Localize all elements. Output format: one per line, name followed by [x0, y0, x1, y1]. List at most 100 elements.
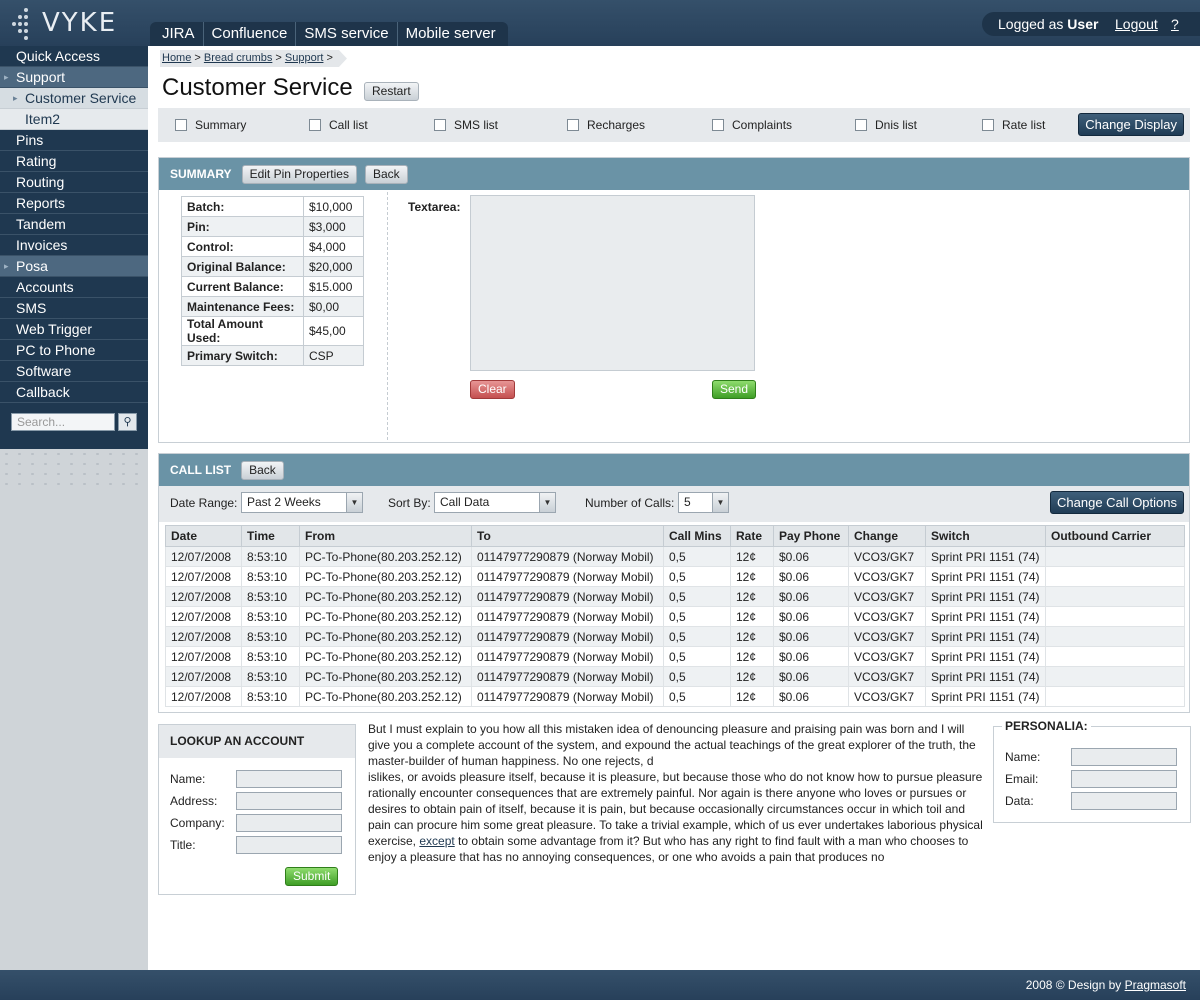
checkbox-box[interactable] — [567, 119, 579, 131]
checkbox-box[interactable] — [982, 119, 994, 131]
summary-back-button[interactable]: Back — [364, 165, 408, 184]
sort-by-select[interactable]: Call Data ▼ — [434, 492, 556, 513]
sidebar-item-routing[interactable]: Routing — [0, 172, 148, 193]
column-header[interactable]: To — [471, 525, 664, 547]
textarea-input[interactable] — [470, 195, 755, 371]
inline-link[interactable]: except — [419, 834, 454, 848]
sort-by-label: Sort By: — [388, 496, 431, 510]
checkbox-box[interactable] — [855, 119, 867, 131]
checkbox-rate-list[interactable]: Rate list — [982, 118, 1045, 132]
restart-button[interactable]: Restart — [364, 82, 419, 101]
sidebar-item-label: Customer Service — [25, 90, 137, 106]
column-header[interactable]: Date — [165, 525, 242, 547]
table-row[interactable]: 12/07/2008 8:53:10 PC-To-Phone(80.203.252.… — [165, 546, 1185, 567]
checkbox-box[interactable] — [712, 119, 724, 131]
table-row[interactable]: 12/07/2008 8:53:10 PC-To-Phone(80.203.252.… — [165, 646, 1185, 667]
submit-button[interactable]: Submit — [285, 867, 339, 886]
table-row[interactable]: 12/07/2008 8:53:10 PC-To-Phone(80.203.252.… — [165, 606, 1185, 627]
checkbox-complaints[interactable]: Complaints — [712, 118, 792, 132]
summary-value: $15.000 — [303, 276, 364, 297]
summary-table: Batch: $10,000 Pin: $3,000 Control: $4,000 … — [181, 196, 364, 366]
sidebar-item-accounts[interactable]: Accounts — [0, 277, 148, 298]
table-row: Control: $4,000 — [181, 236, 364, 257]
chevron-down-icon[interactable]: ▼ — [346, 493, 362, 512]
change-call-options-button[interactable]: Change Call Options — [1050, 491, 1184, 514]
checkbox-box[interactable] — [309, 119, 321, 131]
checkbox-summary[interactable]: Summary — [175, 118, 246, 132]
column-header[interactable]: Call Mins — [663, 525, 731, 547]
sidebar-item-pins[interactable]: Pins — [0, 130, 148, 151]
table-row[interactable]: 12/07/2008 8:53:10 PC-To-Phone(80.203.252.… — [165, 626, 1185, 647]
breadcrumb-support[interactable]: Support — [285, 52, 324, 64]
edit-pin-properties-button[interactable]: Edit Pin Properties — [241, 165, 357, 184]
chevron-down-icon[interactable]: ▼ — [712, 493, 728, 512]
table-cell: VCO3/GK7 — [848, 626, 926, 647]
column-header[interactable]: Switch — [925, 525, 1046, 547]
lookup-name-input[interactable] — [236, 770, 342, 788]
column-header[interactable]: Rate — [730, 525, 774, 547]
column-header[interactable]: Time — [241, 525, 300, 547]
vyke-logo[interactable]: VYKE — [10, 6, 140, 40]
table-row[interactable]: 12/07/2008 8:53:10 PC-To-Phone(80.203.252.… — [165, 566, 1185, 587]
table-cell: 0,5 — [663, 546, 731, 567]
column-header[interactable]: From — [299, 525, 472, 547]
clear-button[interactable]: Clear — [470, 380, 515, 399]
sidebar-item-tandem[interactable]: Tandem — [0, 214, 148, 235]
topnav-mobile-server[interactable]: Mobile server — [398, 22, 504, 46]
topnav-sms-service[interactable]: SMS service — [296, 22, 398, 46]
checkbox-box[interactable] — [434, 119, 446, 131]
number-of-calls-select[interactable]: 5 ▼ — [678, 492, 729, 513]
table-row[interactable]: 12/07/2008 8:53:10 PC-To-Phone(80.203.252.… — [165, 586, 1185, 607]
breadcrumb-home[interactable]: Home — [162, 52, 191, 64]
search-input[interactable]: Search... — [11, 413, 115, 431]
table-cell: PC-To-Phone(80.203.252.12) — [299, 566, 472, 587]
date-range-select[interactable]: Past 2 Weeks ▼ — [241, 492, 363, 513]
summary-key: Primary Switch: — [181, 345, 304, 366]
sidebar-item-quick-access[interactable]: Quick Access — [0, 46, 148, 67]
personalia-email-input[interactable] — [1071, 770, 1177, 788]
table-cell: 12/07/2008 — [165, 666, 242, 687]
sidebar-item-customer-service[interactable]: ▸ Customer Service — [0, 88, 148, 109]
table-cell: 12¢ — [730, 646, 774, 667]
send-button[interactable]: Send — [712, 380, 757, 399]
column-header[interactable]: Outbound Carrier — [1045, 525, 1185, 547]
table-row: Total Amount Used: $45,00 — [181, 316, 364, 346]
personalia-data-label: Data: — [1005, 794, 1034, 808]
checkbox-box[interactable] — [175, 119, 187, 131]
sidebar-item-software[interactable]: Software — [0, 361, 148, 382]
sidebar-item-item2[interactable]: Item2 — [0, 109, 148, 130]
personalia-box: PERSONALIA: Name: Email: Data: — [993, 719, 1191, 823]
footer-link[interactable]: Pragmasoft — [1125, 978, 1186, 992]
sidebar-item-reports[interactable]: Reports — [0, 193, 148, 214]
sidebar-item-support[interactable]: ▸ Support — [0, 67, 148, 88]
table-row[interactable]: 12/07/2008 8:53:10 PC-To-Phone(80.203.252.… — [165, 686, 1185, 707]
checkbox-call-list[interactable]: Call list — [309, 118, 368, 132]
lookup-address-input[interactable] — [236, 792, 342, 810]
personalia-data-input[interactable] — [1071, 792, 1177, 810]
personalia-name-input[interactable] — [1071, 748, 1177, 766]
sidebar-item-rating[interactable]: Rating — [0, 151, 148, 172]
sidebar-item-posa[interactable]: ▸ Posa — [0, 256, 148, 277]
sidebar-item-callback[interactable]: Callback — [0, 382, 148, 403]
chevron-down-icon[interactable]: ▼ — [539, 493, 555, 512]
table-row[interactable]: 12/07/2008 8:53:10 PC-To-Phone(80.203.252.… — [165, 666, 1185, 687]
column-header[interactable]: Pay Phone — [773, 525, 849, 547]
help-link[interactable]: ? — [1171, 12, 1179, 36]
column-header[interactable]: Change — [848, 525, 926, 547]
sidebar-item-pc-to-phone[interactable]: PC to Phone — [0, 340, 148, 361]
lookup-title-input[interactable] — [236, 836, 342, 854]
sidebar-item-sms[interactable]: SMS — [0, 298, 148, 319]
change-display-button[interactable]: Change Display — [1078, 113, 1184, 136]
sidebar-item-web-trigger[interactable]: Web Trigger — [0, 319, 148, 340]
topnav-confluence[interactable]: Confluence — [204, 22, 297, 46]
topnav-jira[interactable]: JIRA — [154, 22, 204, 46]
sidebar-item-invoices[interactable]: Invoices — [0, 235, 148, 256]
call-list-back-button[interactable]: Back — [241, 461, 284, 480]
lookup-company-input[interactable] — [236, 814, 342, 832]
checkbox-sms-list[interactable]: SMS list — [434, 118, 498, 132]
checkbox-dnis-list[interactable]: Dnis list — [855, 118, 917, 132]
search-button[interactable]: ⚲ — [118, 413, 137, 431]
breadcrumb-bread-crumbs[interactable]: Bread crumbs — [204, 52, 272, 64]
checkbox-recharges[interactable]: Recharges — [567, 118, 645, 132]
logout-link[interactable]: Logout — [1115, 12, 1158, 36]
